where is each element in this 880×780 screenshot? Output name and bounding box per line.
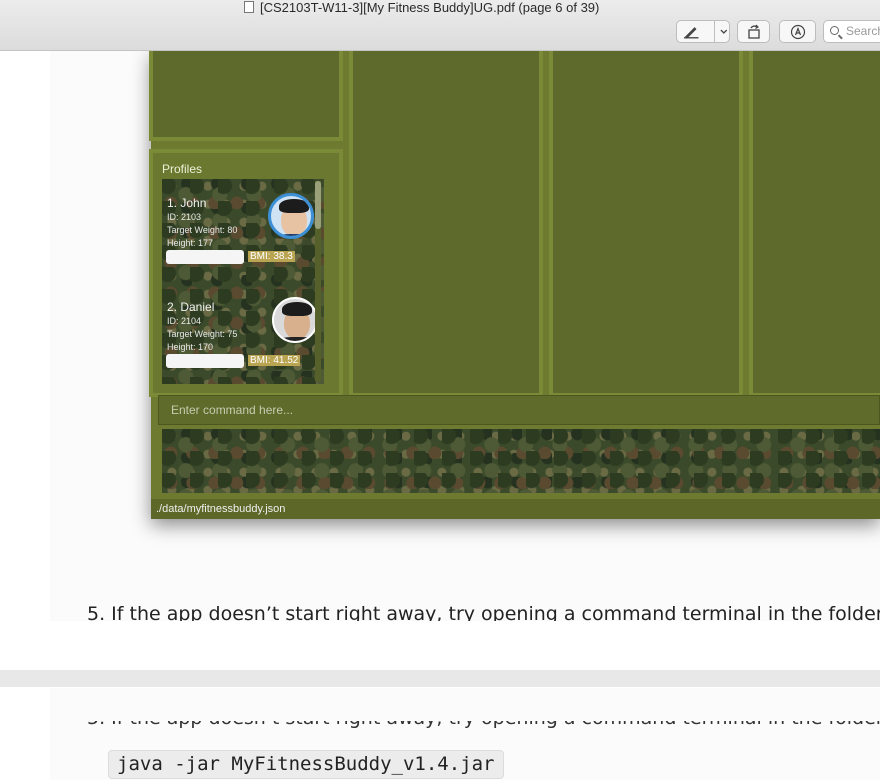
avatar-hair: [282, 302, 312, 316]
search-icon: [830, 26, 839, 35]
profile-list-scrollbar[interactable]: [315, 181, 321, 381]
avatar-shirt: [276, 337, 316, 341]
profile-card[interactable]: 1. John ID: 2103 Target Weight: 80 Heigh…: [162, 179, 324, 283]
rotate-button[interactable]: [737, 20, 770, 43]
profile-name: 2. Daniel: [167, 300, 215, 314]
window-title-text: [CS2103T-W11-3][My Fitness Buddy]UG.pdf …: [260, 0, 600, 15]
profile-target-weight: Target Weight: 75: [167, 329, 238, 339]
top-left-panel: [149, 47, 343, 141]
profile-progress-bar: [166, 354, 244, 368]
bmi-badge: BMI: 41.52: [248, 355, 301, 366]
command-code-snippet: java -jar MyFitnessBuddy_v1.4.jar: [108, 750, 504, 779]
search-input[interactable]: Search: [823, 20, 880, 43]
profile-height: Height: 170: [167, 342, 214, 352]
profiles-title: Profiles: [162, 162, 203, 176]
profile-height: Height: 177: [167, 238, 214, 248]
content-panel-2: [549, 47, 743, 397]
content-panel-1: [349, 47, 543, 397]
scrollbar-thumb[interactable]: [315, 181, 321, 229]
window-title-bar: [CS2103T-W11-3][My Fitness Buddy]UG.pdf …: [0, 0, 880, 51]
result-display: [162, 429, 880, 493]
app-screenshot-figure: Profiles 1. John ID: 2103 Target Weight:…: [149, 47, 880, 519]
button-divider: [714, 21, 716, 42]
profile-progress-bar: [166, 250, 244, 264]
profile-id: ID: 2103: [167, 212, 202, 222]
annotate-button[interactable]: [779, 20, 816, 43]
profile-name: 1. John: [167, 196, 207, 210]
avatar: [272, 297, 318, 343]
search-placeholder: Search: [846, 24, 880, 38]
avatar-shirt: [273, 234, 311, 236]
step-5-text-continued: 5. If the app doesn’t start right away, …: [87, 721, 880, 741]
status-bar-path: ./data/myfitnessbuddy.json: [151, 499, 880, 519]
pdf-document-icon: [244, 1, 254, 13]
rotate-icon: [747, 24, 760, 39]
profile-id: ID: 2104: [167, 316, 202, 326]
markup-pen-icon: [683, 26, 699, 39]
avatar: [268, 193, 314, 239]
window-title: [CS2103T-W11-3][My Fitness Buddy]UG.pdf …: [244, 0, 599, 15]
markup-button[interactable]: [676, 20, 730, 43]
profile-target-weight: Target Weight: 80: [167, 225, 238, 235]
step-5-text-continued-line: 5. If the app doesn’t start right away, …: [87, 721, 880, 729]
content-panel-3: [749, 47, 880, 397]
command-input[interactable]: Enter command here...: [158, 395, 880, 425]
chevron-down-icon[interactable]: [719, 28, 729, 36]
bmi-badge: BMI: 38.3: [248, 251, 295, 262]
page-separator: [0, 670, 880, 687]
avatar-hair: [279, 199, 309, 213]
profile-card[interactable]: 2. Daniel ID: 2104 Target Weight: 75 Hei…: [162, 283, 324, 384]
annotate-icon: [790, 24, 805, 39]
profile-list[interactable]: 1. John ID: 2103 Target Weight: 80 Heigh…: [162, 179, 324, 384]
step-5-text: 5. If the app doesn’t start right away, …: [87, 603, 880, 621]
